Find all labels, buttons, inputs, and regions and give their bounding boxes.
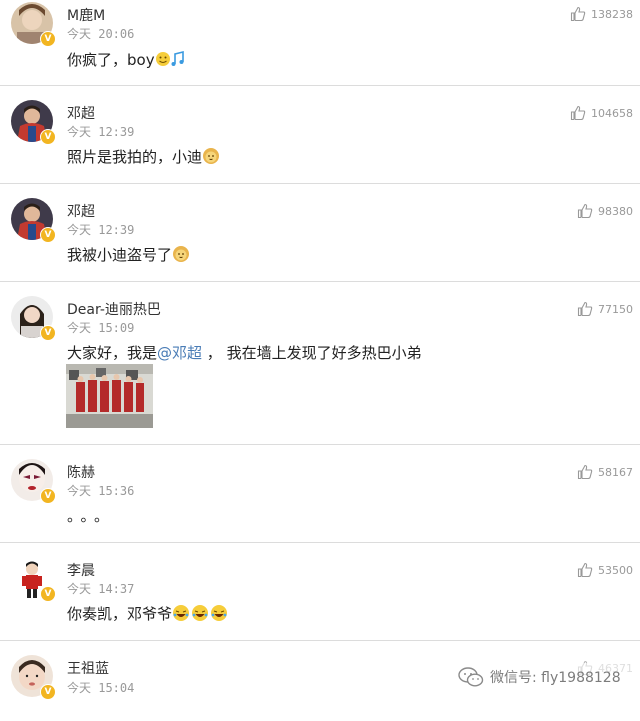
like-count: 104658 xyxy=(591,106,633,120)
verified-badge-icon: V xyxy=(40,586,56,602)
comment-text-body: 大家好，我是 xyxy=(67,344,158,362)
username[interactable]: 邓超 xyxy=(67,201,95,221)
comment-item: V 陈赫 今天 15:36 。。。 58167 xyxy=(0,445,640,543)
like-count: 58167 xyxy=(598,465,633,479)
lion-emoji-icon xyxy=(203,148,220,164)
avatar[interactable]: V xyxy=(11,557,56,602)
wechat-logo-icon xyxy=(458,667,484,687)
thumbs-up-icon xyxy=(570,105,586,121)
like-button[interactable]: 77150 xyxy=(577,301,633,317)
username[interactable]: 陈赫 xyxy=(67,462,95,482)
timestamp: 今天 15:36 xyxy=(67,484,135,498)
like-count: 138238 xyxy=(591,7,633,21)
mention-link[interactable]: @邓超 xyxy=(157,344,202,362)
like-button[interactable]: 58167 xyxy=(577,464,633,480)
username[interactable]: 李晨 xyxy=(67,560,95,580)
comment-text-body: 照片是我拍的，小迪 xyxy=(67,148,203,166)
comment-text: 你疯了，boy xyxy=(67,49,187,70)
comment-text: 你奏凯，邓爷爷 xyxy=(67,603,228,624)
verified-badge-icon: V xyxy=(40,488,56,504)
username[interactable]: 邓超 xyxy=(67,103,95,123)
username[interactable]: 王祖蓝 xyxy=(67,658,109,678)
comment-item: V M鹿M 今天 20:06 你疯了，boy 138238 xyxy=(0,0,640,86)
comment-text: 照片是我拍的，小迪 xyxy=(67,146,220,167)
timestamp: 今天 20:06 xyxy=(67,27,135,41)
timestamp: 今天 15:04 xyxy=(67,681,135,695)
avatar[interactable]: V xyxy=(11,2,56,47)
group-photo-image xyxy=(66,364,153,428)
comment-text: 。。。 xyxy=(67,507,116,525)
verified-badge-icon: V xyxy=(40,227,56,243)
verified-badge-icon: V xyxy=(40,129,56,145)
avatar[interactable]: V xyxy=(11,100,56,145)
comment-text: 大家好，我是@邓超 ， 我在墙上发现了好多热巴小弟 xyxy=(67,342,422,363)
comment-text-body: 你奏凯，邓爷爷 xyxy=(67,605,173,623)
like-count: 77150 xyxy=(598,302,633,316)
timestamp: 今天 12:39 xyxy=(67,223,135,237)
username[interactable]: M鹿M xyxy=(67,5,105,25)
comment-list: V M鹿M 今天 20:06 你疯了，boy 138238 V 邓超 今天 12… xyxy=(0,0,640,721)
comment-item: V Dear-迪丽热巴 今天 15:09 大家好，我是@邓超 ， 我在墙上发现了… xyxy=(0,282,640,445)
verified-badge-icon: V xyxy=(40,684,56,700)
smile-music-emoji-icon xyxy=(155,50,184,66)
comment-text-body: ， 我在墙上发现了好多热巴小弟 xyxy=(202,344,422,362)
laughing-tears-emoji-icon xyxy=(173,605,228,621)
comment-text: 我被小迪盗号了 xyxy=(67,244,190,265)
avatar[interactable]: V xyxy=(11,296,56,341)
like-button[interactable]: 138238 xyxy=(570,6,633,22)
timestamp: 今天 14:37 xyxy=(67,582,135,596)
comment-text-body: 你疯了，boy xyxy=(67,51,155,69)
thumbs-up-icon xyxy=(577,464,593,480)
comment-item: V 邓超 今天 12:39 我被小迪盗号了 98380 xyxy=(0,184,640,282)
timestamp: 今天 15:09 xyxy=(67,321,135,335)
lion-emoji-icon xyxy=(173,246,190,262)
comment-item: V 邓超 今天 12:39 照片是我拍的，小迪 104658 xyxy=(0,86,640,184)
like-count: 98380 xyxy=(598,204,633,218)
username[interactable]: Dear-迪丽热巴 xyxy=(67,299,161,319)
verified-badge-icon: V xyxy=(40,325,56,341)
comment-item: V 李晨 今天 14:37 你奏凯，邓爷爷 53500 xyxy=(0,543,640,641)
wechat-watermark: 微信号: fly1988128 xyxy=(450,663,640,691)
avatar[interactable]: V xyxy=(11,459,56,504)
thumbs-up-icon xyxy=(577,562,593,578)
thumbs-up-icon xyxy=(577,203,593,219)
thumbs-up-icon xyxy=(570,6,586,22)
comment-text-body: 我被小迪盗号了 xyxy=(67,246,173,264)
comment-photo[interactable] xyxy=(66,364,153,428)
like-button[interactable]: 53500 xyxy=(577,562,633,578)
like-count: 53500 xyxy=(598,563,633,577)
avatar[interactable]: V xyxy=(11,655,56,700)
avatar[interactable]: V xyxy=(11,198,56,243)
verified-badge-icon: V xyxy=(40,31,56,47)
watermark-text: 微信号: fly1988128 xyxy=(490,670,621,686)
timestamp: 今天 12:39 xyxy=(67,125,135,139)
thumbs-up-icon xyxy=(577,301,593,317)
like-button[interactable]: 98380 xyxy=(577,203,633,219)
like-button[interactable]: 104658 xyxy=(570,105,633,121)
